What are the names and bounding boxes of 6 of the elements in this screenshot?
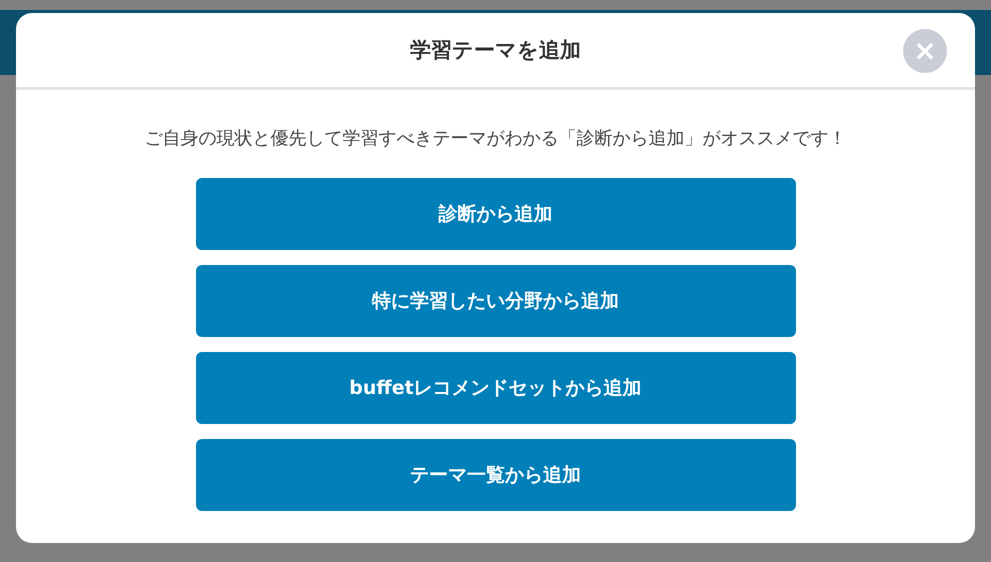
add-option-button[interactable]: 特に学習したい分野から追加 (196, 265, 796, 337)
add-option-button[interactable]: buffetレコメンドセットから追加 (196, 352, 796, 424)
add-option-button[interactable]: 診断から追加 (196, 178, 796, 250)
add-option-button[interactable]: テーマ一覧から追加 (196, 439, 796, 511)
recommendation-text: ご自身の現状と優先して学習すべきテーマがわかる「診断から追加」がオススメです！ (144, 127, 846, 150)
dialog-title: 学習テーマを追加 (410, 37, 581, 64)
